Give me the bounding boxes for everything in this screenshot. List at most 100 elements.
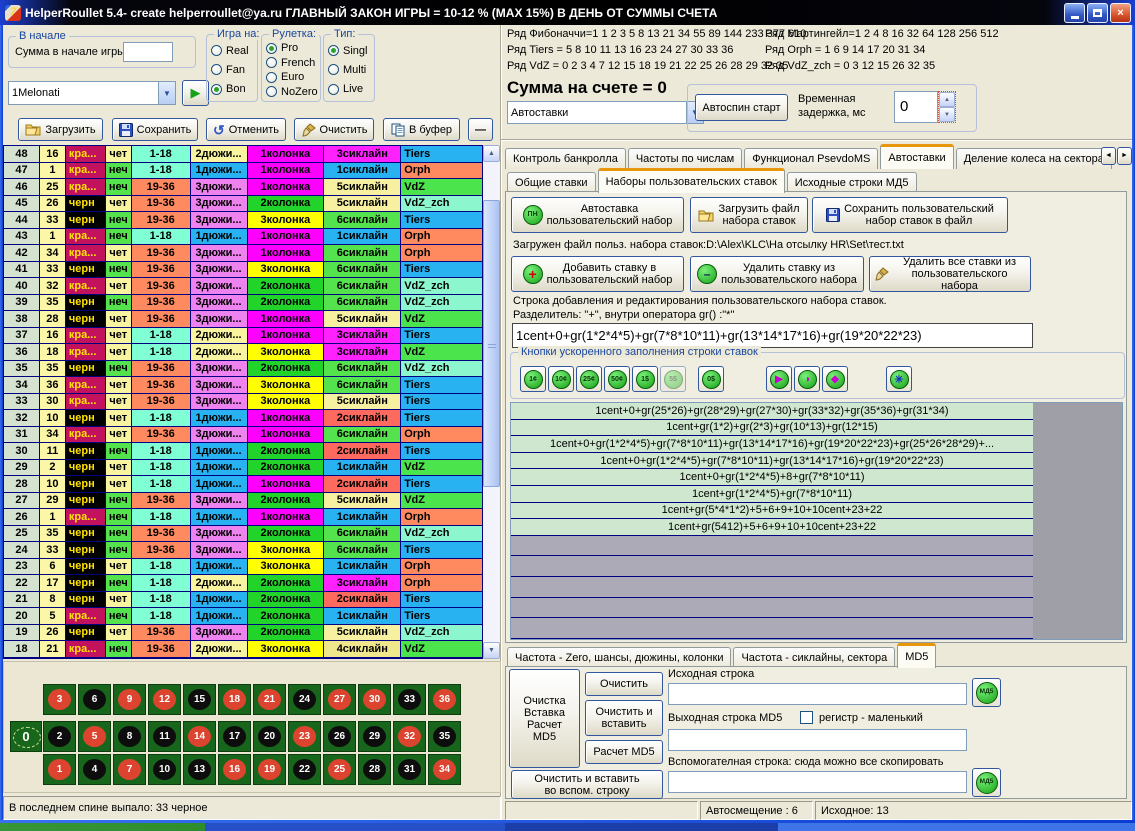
table-row[interactable]: 4625кра...неч19-363дюжи...1колонка5сикла…: [4, 179, 483, 196]
board-number[interactable]: 15: [183, 684, 216, 715]
clear-button[interactable]: Очистить: [294, 118, 374, 141]
add-bet-button[interactable]: +Добавить ставку в пользовательский набо…: [511, 256, 684, 292]
sub-tab-0[interactable]: Общие ставки: [507, 172, 596, 193]
coin-10cent-button[interactable]: 10¢: [548, 366, 574, 392]
md5-calc-button[interactable]: Расчет MD5: [585, 740, 663, 764]
table-row[interactable]: 1722чернчет19-362дюжи...1колонка4сиклайн…: [4, 658, 483, 660]
start-sum-input[interactable]: [123, 42, 173, 62]
table-row[interactable]: 292чернчет1-181дюжи...2колонка1сиклайнVd…: [4, 460, 483, 477]
title-bar[interactable]: 7 HelperRoullet 5.4- create helperroulle…: [0, 0, 1135, 25]
md5-aux-input[interactable]: [668, 771, 967, 793]
scroll-up-icon[interactable]: ▲: [483, 145, 500, 162]
md5-clear-button[interactable]: Очистить: [585, 672, 663, 696]
list-item[interactable]: 1cent+0+gr(1*2*4*5)+gr(7*8*10*11)+gr(13*…: [511, 453, 1033, 470]
md5-calc-icon-button-2[interactable]: МД5: [972, 768, 1001, 797]
board-zero[interactable]: 0: [10, 721, 42, 752]
coin-0dollar-button[interactable]: 0$: [698, 366, 724, 392]
list-item[interactable]: 1cent+0+gr(1*2*4*5)+8+gr(7*8*10*11): [511, 469, 1033, 486]
table-row[interactable]: 2729черннеч19-363дюжи...2колонка5сиклайн…: [4, 493, 483, 510]
sub-tab-2[interactable]: Исходные строки МД5: [787, 172, 917, 193]
bet-set-list[interactable]: 1cent+0+gr(25*26)+gr(28*29)+gr(27*30)+gr…: [510, 402, 1123, 640]
delay-spinner[interactable]: 0 ▲ ▼: [894, 91, 956, 123]
collapse-button[interactable]: —: [468, 118, 493, 141]
board-number[interactable]: 28: [358, 754, 391, 785]
remove-all-bets-button[interactable]: Удалить все ставки из пользовательского …: [869, 256, 1031, 292]
play-icon-button[interactable]: ▶: [766, 366, 792, 392]
list-item[interactable]: 1cent+0+gr(25*26)+gr(28*29)+gr(27*30)+gr…: [511, 403, 1033, 420]
board-number[interactable]: 5: [78, 721, 111, 752]
board-number[interactable]: 13: [183, 754, 216, 785]
scroll-down-icon[interactable]: ▼: [483, 642, 500, 659]
md5-clear-paste-button[interactable]: Очистить и вставить: [585, 700, 663, 736]
board-number[interactable]: 24: [288, 684, 321, 715]
board-number[interactable]: 10: [148, 754, 181, 785]
pointer-icon-button[interactable]: ◆: [822, 366, 848, 392]
md5-calc-icon-button-1[interactable]: МД5: [972, 678, 1001, 707]
preset-combo[interactable]: 1Melonati ▼: [8, 81, 176, 105]
table-row[interactable]: 4032кра...чет19-363дюжи...2колонка6сикла…: [4, 278, 483, 295]
board-number[interactable]: 34: [428, 754, 461, 785]
start-button[interactable]: [0, 823, 205, 831]
board-number[interactable]: 30: [358, 684, 391, 715]
list-item[interactable]: 1cent+gr(1*2*4*5)+gr(7*8*10*11): [511, 486, 1033, 503]
bottom-tab-2[interactable]: MD5: [897, 643, 936, 668]
arc-icon-button[interactable]: ◑: [794, 366, 820, 392]
list-item[interactable]: 1cent+gr(5*4*1*2)+5+6+9+10+10cent+23+22: [511, 503, 1033, 520]
board-number[interactable]: 20: [253, 721, 286, 752]
bottom-tab-0[interactable]: Частота - Zero, шансы, дюжины, колонки: [507, 647, 731, 668]
coin-25cent-button[interactable]: 25¢: [576, 366, 602, 392]
list-item[interactable]: 1cent+0+gr(1*2*4*5)+gr(7*8*10*11)+gr(13*…: [511, 436, 1033, 453]
spinner-up-icon[interactable]: ▲: [939, 92, 955, 107]
radio-option-singl[interactable]: Singl: [328, 43, 374, 58]
mode-combo[interactable]: Автоставки ▼: [507, 101, 704, 124]
board-number[interactable]: 33: [393, 684, 426, 715]
chevron-down-icon[interactable]: ▼: [158, 82, 175, 104]
table-row[interactable]: 3436кра...чет19-363дюжи...3колонка6сикла…: [4, 377, 483, 394]
board-number[interactable]: 36: [428, 684, 461, 715]
table-row[interactable]: 218чернчет1-181дюжи...2колонка2сиклайнTi…: [4, 592, 483, 609]
board-number[interactable]: 1: [43, 754, 76, 785]
table-row[interactable]: 3935черннеч19-363дюжи...2колонка6сиклайн…: [4, 295, 483, 312]
board-number[interactable]: 6: [78, 684, 111, 715]
table-row[interactable]: 2217черннеч1-182дюжи...2колонка3сиклайнO…: [4, 575, 483, 592]
tab-scroll-right-button[interactable]: ►: [1117, 147, 1132, 165]
load-button[interactable]: Загрузить: [18, 118, 103, 141]
radio-option-multi[interactable]: Multi: [328, 62, 374, 77]
load-bet-file-button[interactable]: Загрузить файл набора ставок: [690, 197, 808, 233]
board-number[interactable]: 3: [43, 684, 76, 715]
board-number[interactable]: 31: [393, 754, 426, 785]
list-item[interactable]: 1cent+gr(1*2)+gr(2*3)+gr(10*13)+gr(12*15…: [511, 420, 1033, 437]
tab-scroll-left-button[interactable]: ◄: [1101, 147, 1116, 165]
board-number[interactable]: 18: [218, 684, 251, 715]
md5-clear-paste-calc-button[interactable]: Очистка Вставка Расчет MD5: [509, 669, 580, 768]
coin-1dollar-button[interactable]: 1$: [632, 366, 658, 392]
maximize-button[interactable]: [1087, 3, 1108, 23]
board-number[interactable]: 14: [183, 721, 216, 752]
board-number[interactable]: 4: [78, 754, 111, 785]
board-number[interactable]: 8: [113, 721, 146, 752]
coin-1cent-button[interactable]: 1¢: [520, 366, 546, 392]
list-item-empty[interactable]: [511, 618, 1033, 639]
lowercase-checkbox[interactable]: [800, 711, 813, 724]
play-button[interactable]: ▶: [182, 80, 209, 106]
main-tab-3[interactable]: Автоставки: [880, 144, 953, 169]
delay-spinner-value[interactable]: 0: [894, 91, 938, 123]
scrollbar-thumb[interactable]: [483, 200, 500, 487]
coin-50cent-button[interactable]: 50¢: [604, 366, 630, 392]
save-button[interactable]: Сохранить: [112, 118, 198, 141]
table-row[interactable]: 1821кра...неч19-362дюжи...3колонка4сикла…: [4, 641, 483, 658]
radio-option-bon[interactable]: Bon: [211, 82, 257, 97]
board-number[interactable]: 32: [393, 721, 426, 752]
table-row[interactable]: 431кра...неч1-181дюжи...1колонка1сиклайн…: [4, 229, 483, 246]
spinner-down-icon[interactable]: ▼: [939, 107, 955, 122]
radio-option-nozero[interactable]: NoZero: [266, 85, 320, 100]
table-row[interactable]: 205кра...неч1-181дюжи...2колонка1сиклайн…: [4, 608, 483, 625]
main-tab-4[interactable]: Деление колеса на сектора: [956, 148, 1112, 169]
table-row[interactable]: 4526чернчет19-363дюжи...2колонка5сиклайн…: [4, 196, 483, 213]
autobet-user-set-button[interactable]: ПНАвтоставка пользовательский набор: [511, 197, 684, 233]
radio-option-real[interactable]: Real: [211, 43, 257, 58]
table-row[interactable]: 3618кра...чет1-182дюжи...3колонка3сиклай…: [4, 344, 483, 361]
autospin-start-button[interactable]: Автоспин старт: [695, 94, 788, 121]
board-number[interactable]: 25: [323, 754, 356, 785]
list-item[interactable]: 1cent+gr(5412)+5+6+9+10+10cent+23+22: [511, 519, 1033, 536]
